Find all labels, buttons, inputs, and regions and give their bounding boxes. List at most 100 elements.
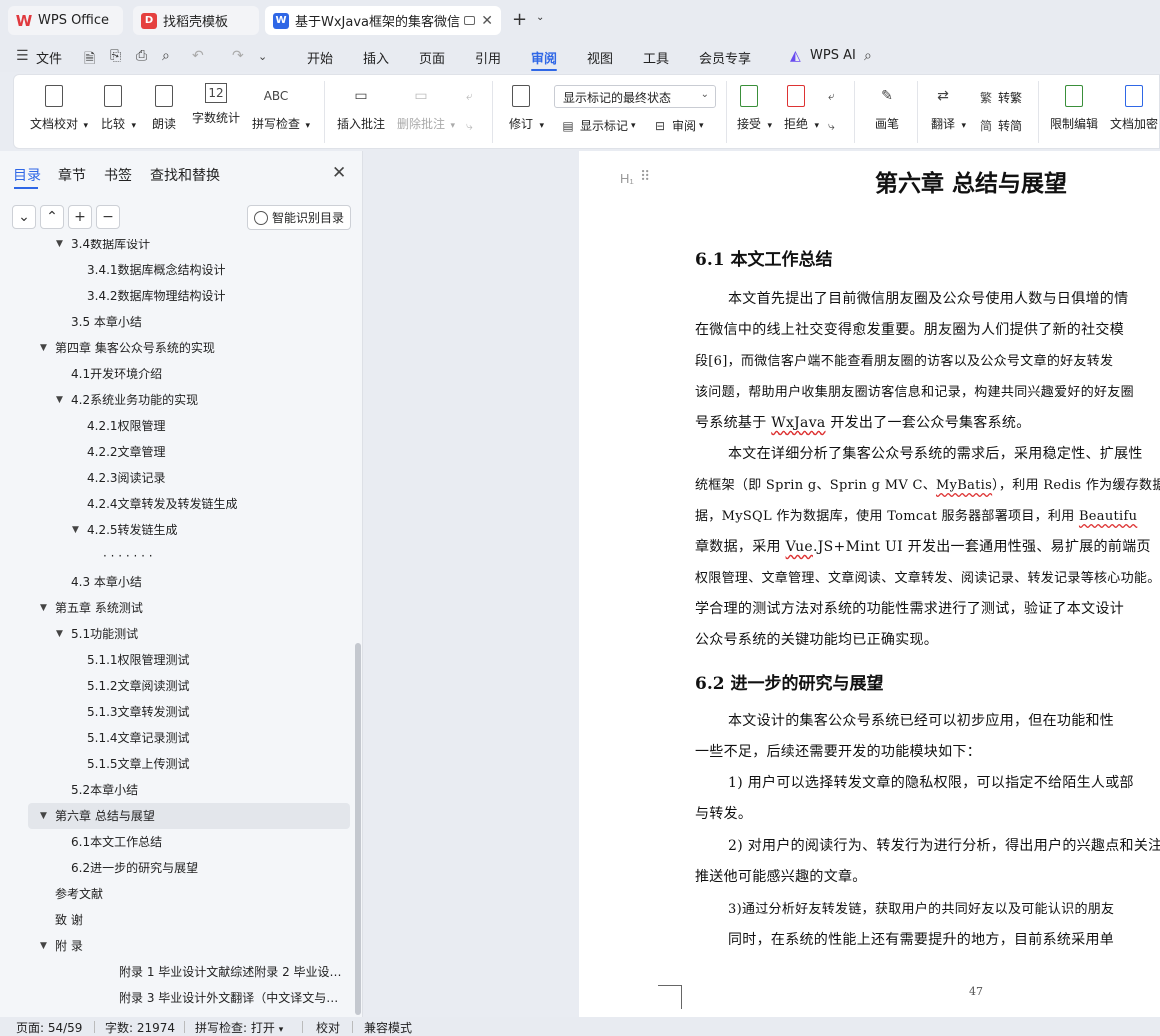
toc-item[interactable]: ▼ 3.4数据库设计 — [0, 239, 350, 257]
toc-item[interactable]: · · · · · · · — [0, 543, 350, 569]
menu-references[interactable]: 引用 — [475, 48, 501, 67]
encrypt-button[interactable]: 文档加密 — [1110, 83, 1158, 132]
previous-comment-icon[interactable]: ⤶ — [466, 89, 473, 104]
caret-down-icon[interactable]: ▼ — [56, 239, 63, 257]
caret-down-icon[interactable]: ▼ — [56, 621, 63, 647]
toc-item[interactable]: 5.1.2文章阅读测试 — [0, 673, 350, 699]
toc-item[interactable]: ▼ 第四章 集客公众号系统的实现 — [0, 335, 350, 361]
add-heading-button[interactable]: + — [68, 205, 92, 229]
menu-file[interactable]: 文件 — [36, 48, 62, 67]
toc-item[interactable]: 6.1本文工作总结 — [0, 829, 350, 855]
caret-down-icon[interactable]: ▼ — [56, 387, 63, 413]
ink-button[interactable]: ✎ 画笔 — [874, 83, 900, 132]
caret-down-icon[interactable]: ▼ — [40, 335, 47, 361]
monitor-icon[interactable] — [464, 16, 476, 25]
reject-button[interactable]: 拒绝 ▾ — [783, 83, 819, 132]
close-icon[interactable]: ✕ — [481, 13, 493, 29]
print-icon[interactable]: ⎙ — [136, 48, 147, 64]
read-aloud-button[interactable]: 朗读 — [151, 83, 177, 132]
tab-toc[interactable]: 目录 — [13, 165, 41, 185]
tab-document[interactable]: W 基于WxJava框架的集客微信公 ✕ — [265, 6, 501, 35]
show-markup-button[interactable]: ▤ 显示标记 ▾ — [560, 117, 635, 134]
undo-icon[interactable]: ↶ — [192, 48, 204, 64]
drag-handle-icon[interactable]: ⠿ — [640, 169, 650, 185]
toc-item[interactable]: 5.2本章小结 — [0, 777, 350, 803]
toc-item[interactable]: 4.2.1权限管理 — [0, 413, 350, 439]
redo-icon[interactable]: ↷ — [232, 48, 244, 64]
to-simplified-button[interactable]: 简 转简 — [978, 117, 1022, 134]
next-change-icon[interactable]: ⤷ — [828, 119, 835, 134]
toc-item[interactable]: 4.2.2文章管理 — [0, 439, 350, 465]
caret-down-icon[interactable]: ▼ — [72, 517, 79, 543]
toc-item[interactable]: 5.1.3文章转发测试 — [0, 699, 350, 725]
menu-wps-ai[interactable]: WPS AI — [810, 48, 856, 63]
new-tab-icon[interactable]: + — [512, 9, 527, 30]
toc-item[interactable]: 6.2进一步的研究与展望 — [0, 855, 350, 881]
caret-down-icon[interactable]: ▼ — [40, 933, 47, 959]
toc-item[interactable]: ▼ 第五章 系统测试 — [0, 595, 350, 621]
review-pane-button[interactable]: ⊟ 审阅 ▾ — [652, 117, 704, 134]
tab-find-replace[interactable]: 查找和替换 — [150, 165, 220, 185]
toc-item[interactable]: 附录 3 毕业设计外文翻译（中文译文与外文原文） — [0, 985, 350, 1011]
toc-item[interactable]: ▼ 第六章 总结与展望 — [28, 803, 350, 829]
caret-down-icon[interactable]: ▼ — [40, 595, 47, 621]
toc-item[interactable]: 致 谢 — [0, 907, 350, 933]
toc-item[interactable]: 附录 1 毕业设计文献综述附录 2 毕业设计开题报告 — [0, 959, 350, 985]
tab-sections[interactable]: 章节 — [58, 165, 86, 185]
menu-insert[interactable]: 插入 — [363, 48, 389, 67]
toc-item[interactable]: 5.1.4文章记录测试 — [0, 725, 350, 751]
print-preview-icon[interactable]: ⌕ — [162, 48, 170, 64]
previous-change-icon[interactable]: ⤶ — [828, 89, 835, 104]
markup-display-select[interactable]: 显示标记的最终状态 ⌄ — [554, 85, 716, 108]
tab-bookmarks[interactable]: 书签 — [104, 165, 132, 185]
toc-item[interactable]: ▼ 4.2.5转发链生成 — [0, 517, 350, 543]
toc-item[interactable]: 5.1.5文章上传测试 — [0, 751, 350, 777]
toc-scrollbar-thumb[interactable] — [355, 643, 361, 1015]
export-icon[interactable]: ⎘ — [110, 48, 121, 64]
delete-comment-button[interactable]: ▭ 删除批注 ▾ — [397, 83, 455, 132]
status-spell-check[interactable]: 拼写检查: 打开 ▾ — [195, 1019, 283, 1036]
toc-item[interactable]: 4.1开发环境介绍 — [0, 361, 350, 387]
menu-page[interactable]: 页面 — [419, 48, 445, 67]
translate-button[interactable]: ⇄ 翻译 ▾ — [930, 83, 966, 132]
toc-item[interactable]: 3.4.1数据库概念结构设计 — [0, 257, 350, 283]
insert-comment-button[interactable]: ▭ 插入批注 — [337, 83, 385, 132]
doc-check-button[interactable]: 文档校对 ▾ — [30, 83, 88, 132]
toc-item[interactable]: ▼ 5.1功能测试 — [0, 621, 350, 647]
status-word-count[interactable]: 字数: 21974 — [105, 1019, 175, 1036]
expand-all-button[interactable]: ⌄ — [12, 205, 36, 229]
close-icon[interactable]: ✕ — [332, 163, 346, 183]
status-page[interactable]: 页面: 54/59 — [16, 1019, 82, 1036]
menu-tools[interactable]: 工具 — [643, 48, 669, 67]
save-icon[interactable]: 🗎 — [84, 48, 95, 72]
menu-membership[interactable]: 会员专享 — [699, 48, 751, 67]
toc-item[interactable]: ▼ 4.2系统业务功能的实现 — [0, 387, 350, 413]
document-page[interactable]: H₁ ⠿ 第六章 总结与展望 6.1 本文工作总结 本文首先提出了目前微信朋友圈… — [579, 151, 1160, 1017]
menu-hamburger-icon[interactable]: ☰ — [16, 48, 29, 64]
toc-item[interactable]: 3.4.2数据库物理结构设计 — [0, 283, 350, 309]
chevron-down-icon[interactable]: ⌄ — [536, 12, 544, 23]
tab-wps-office[interactable]: W WPS Office — [8, 6, 123, 35]
toc-item[interactable]: 5.1.1权限管理测试 — [0, 647, 350, 673]
menu-view[interactable]: 视图 — [587, 48, 613, 67]
toc-item[interactable]: 4.2.3阅读记录 — [0, 465, 350, 491]
caret-down-icon[interactable]: ▼ — [40, 803, 47, 829]
toc-item[interactable]: 参考文献 — [0, 881, 350, 907]
menu-review[interactable]: 审阅 — [531, 48, 557, 67]
compare-button[interactable]: 比较 ▾ — [100, 83, 136, 132]
chevron-down-icon[interactable]: ⌄ — [258, 50, 267, 63]
toc-item[interactable]: 4.3 本章小结 — [0, 569, 350, 595]
toc-item[interactable]: 4.2.4文章转发及转发链生成 — [0, 491, 350, 517]
tab-docer[interactable]: D 找稻壳模板 — [133, 6, 259, 35]
status-proofread[interactable]: 校对 — [316, 1019, 340, 1036]
to-traditional-button[interactable]: 繁 转繁 — [978, 89, 1022, 106]
remove-heading-button[interactable]: − — [96, 205, 120, 229]
spell-check-button[interactable]: ABC 拼写检查 ▾ — [252, 83, 310, 132]
search-icon[interactable]: ⌕ — [864, 48, 872, 64]
smart-toc-button[interactable]: 智能识别目录 — [247, 205, 351, 230]
collapse-button[interactable]: ⌃ — [40, 205, 64, 229]
restrict-edit-button[interactable]: 限制编辑 — [1050, 83, 1098, 132]
track-changes-button[interactable]: 修订 ▾ — [508, 83, 544, 132]
toc-item[interactable]: 3.5 本章小结 — [0, 309, 350, 335]
word-count-button[interactable]: 12 字数统计 — [192, 83, 240, 126]
